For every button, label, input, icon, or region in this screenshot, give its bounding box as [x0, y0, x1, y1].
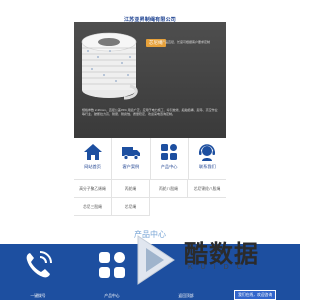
- nav-cases[interactable]: 客户案例: [112, 138, 151, 179]
- product-description: 规格参数 2-36mm，直径公差±5% 用途广泛，应用于电力施工、牵引放线、船舶…: [82, 108, 218, 117]
- nav-products-label: 产品中心: [160, 164, 178, 169]
- product-banner[interactable]: 芯尼绳 产品直径、长度可根据客户要求定制 规格参数 2-36mm，直径公差±5%…: [74, 22, 226, 138]
- call-label: 一键拨号: [30, 294, 46, 298]
- category-item[interactable]: 芯尼绳: [112, 198, 150, 216]
- product-caption: 产品直径、长度可根据客户要求定制: [162, 40, 211, 44]
- products-label: 产品中心: [104, 294, 120, 298]
- nav-contact[interactable]: 联系我们: [189, 138, 226, 179]
- online-chat-button[interactable]: 我们在线，欢迎咨询: [234, 290, 277, 300]
- nav-cases-label: 客户案例: [122, 164, 140, 169]
- category-item[interactable]: 高分子聚乙烯绳: [74, 180, 112, 198]
- category-item[interactable]: 丙纶八股绳: [150, 180, 188, 198]
- home-icon: [83, 144, 102, 160]
- truck-icon: [121, 147, 140, 160]
- grid-icon: [161, 144, 178, 160]
- main-nav: 网站首页 客户案例 产品中心 联系我们: [74, 138, 226, 180]
- nav-products[interactable]: 产品中心: [151, 138, 189, 179]
- call-button[interactable]: 一键拨号: [12, 244, 64, 300]
- nav-contact-label: 联系我们: [198, 164, 216, 169]
- category-list: 高分子聚乙烯绳 丙纶绳 丙纶八股绳 芯尼锦纶八股绳 芯尼三股绳 芯尼绳: [74, 180, 226, 216]
- nav-home-label: 网站首页: [84, 164, 101, 169]
- category-item[interactable]: 芯尼锦纶八股绳: [188, 180, 226, 198]
- play-logo-icon: [137, 235, 175, 285]
- site-header: 江苏亚昇制绳有限公司: [0, 0, 300, 23]
- category-item[interactable]: 丙纶绳: [112, 180, 150, 198]
- grid-icon: [99, 252, 125, 278]
- back-to-top-label: 返回顶部: [178, 294, 194, 298]
- headset-icon: [199, 144, 216, 161]
- category-item[interactable]: 芯尼三股绳: [74, 198, 112, 216]
- phone-icon: [26, 251, 52, 278]
- rope-coil-image: [80, 28, 138, 100]
- watermark-logo: 酷数据 KUIDC: [128, 230, 278, 290]
- nav-home[interactable]: 网站首页: [74, 138, 113, 179]
- watermark-subtext: KUIDC: [188, 264, 250, 271]
- page: 江苏亚昇制绳有限公司 芯尼绳 产品直径、长度可根据客户要求定制 规格参数 2-3…: [0, 0, 300, 300]
